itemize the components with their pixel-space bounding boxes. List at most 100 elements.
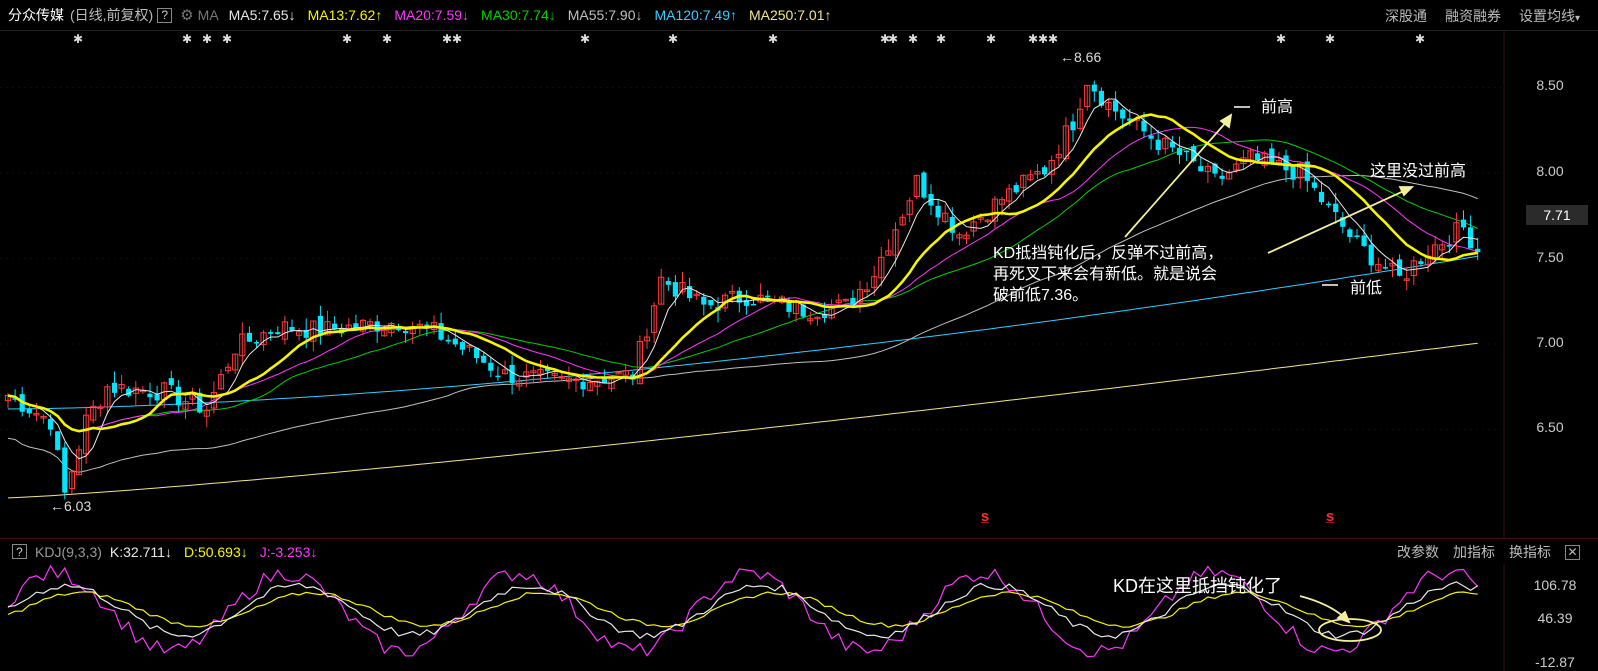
candle xyxy=(672,275,678,306)
candle xyxy=(572,376,580,392)
kdj-switch-indicator-button[interactable]: 换指标 xyxy=(1509,542,1551,562)
candle xyxy=(68,470,76,494)
candle xyxy=(856,280,864,313)
candle xyxy=(658,268,665,305)
kdj-k-value: K:32.711↓ xyxy=(109,543,172,560)
candle xyxy=(1013,182,1019,195)
link-shengutong[interactable]: 深股通 xyxy=(1385,6,1427,26)
event-star-icon: ✱ xyxy=(202,32,212,46)
candle xyxy=(1027,169,1034,182)
candle xyxy=(90,399,97,424)
price-label-850: 8.50 xyxy=(1536,77,1563,93)
candle xyxy=(317,305,323,345)
candle xyxy=(1070,113,1076,142)
kdj-change-params-button[interactable]: 改参数 xyxy=(1397,542,1439,562)
event-star-icon: ✱ xyxy=(382,32,392,46)
candle xyxy=(26,406,32,418)
candle xyxy=(353,314,359,329)
candles xyxy=(4,80,1481,500)
candle xyxy=(246,326,252,343)
candle xyxy=(1169,135,1175,153)
candle xyxy=(75,445,83,476)
candle xyxy=(814,316,821,326)
top-links: 深股通 融资融券 设置均线▾ xyxy=(1385,0,1580,31)
kdj-info-bar: ? KDJ(9,3,3) K:32.711↓ D:50.693↓ J:-3.25… xyxy=(0,538,1598,564)
candlestick-chart[interactable]: ✱ ✱ ✱ ✱ ✱ ✱ ✱ ✱ ✱ ✱ ✱ ✱✱ ✱ ✱ ✱ ✱ ✱ ✱ ✱ ✱ ✱ 8.50 8.00 7.50 7.… xyxy=(0,31,1598,538)
kdj-note-arrow xyxy=(1299,595,1351,624)
candle xyxy=(97,404,104,417)
ma-path xyxy=(7,255,1478,410)
candle xyxy=(232,353,239,375)
kdj-title[interactable]: KDJ(9,3,3) xyxy=(35,544,102,560)
link-set-ma[interactable]: 设置均线▾ xyxy=(1519,6,1580,26)
event-star-icon: ✱ xyxy=(73,32,83,46)
candle xyxy=(1105,98,1112,118)
candle xyxy=(615,371,622,375)
candle xyxy=(111,371,118,398)
candle xyxy=(55,431,61,451)
candle xyxy=(1410,256,1417,285)
candle xyxy=(651,302,658,343)
candle xyxy=(949,207,955,241)
candle xyxy=(268,329,274,341)
candle xyxy=(1155,129,1161,156)
candle xyxy=(1269,143,1275,165)
candle xyxy=(679,271,686,295)
kd-note-line-3: 破前低7.36。 xyxy=(993,286,1088,304)
candle xyxy=(743,290,749,315)
ma5-value: MA5:7.65↓ xyxy=(228,7,296,23)
candle xyxy=(1226,169,1233,180)
not-above-high-label: 这里没过前高 xyxy=(1370,162,1466,180)
ma250-value: MA250:7.01↑ xyxy=(748,7,832,23)
prev-low-label: 前低 xyxy=(1350,279,1382,297)
current-price-tag: 7.71 xyxy=(1526,205,1588,225)
close-icon[interactable]: ✕ xyxy=(1565,544,1580,560)
candle xyxy=(565,366,572,390)
candle xyxy=(1382,258,1388,270)
candle xyxy=(1468,215,1474,249)
candle xyxy=(332,316,338,331)
kdj-help-button[interactable]: ? xyxy=(12,544,27,559)
stock-name[interactable]: 分众传媒 xyxy=(8,5,64,25)
candle xyxy=(509,355,515,395)
candle xyxy=(62,442,68,500)
ma13-value: MA13:7.62↑ xyxy=(307,7,383,23)
candle xyxy=(132,381,139,405)
kd-note-line-1: KD抵挡钝化后，反弹不过前高， xyxy=(993,244,1223,262)
kdj-axis-top: 106.78 xyxy=(1534,577,1577,593)
candle xyxy=(906,197,913,223)
candle xyxy=(466,344,473,352)
ma120-line xyxy=(7,255,1478,410)
candle xyxy=(1077,98,1084,131)
ma-path xyxy=(7,113,1478,433)
candle xyxy=(963,231,970,244)
help-button[interactable]: ? xyxy=(157,7,173,23)
candle xyxy=(1113,91,1119,121)
candle xyxy=(793,300,800,322)
dropdown-caret-icon: ▾ xyxy=(1574,12,1580,24)
ma-label: MA xyxy=(197,7,219,23)
candle xyxy=(736,287,742,313)
candle xyxy=(168,370,174,390)
candle xyxy=(1403,267,1410,291)
event-star-icon: ✱ xyxy=(1415,32,1425,46)
candle xyxy=(835,293,842,306)
candle xyxy=(1042,165,1048,177)
candle xyxy=(608,376,615,392)
kd-note-line-2: 再死叉下来会有新低。就是说会 xyxy=(993,265,1217,283)
link-margin-trading[interactable]: 融资融券 xyxy=(1445,6,1501,26)
kdj-add-indicator-button[interactable]: 加指标 xyxy=(1453,542,1495,562)
candle xyxy=(899,214,906,226)
candle xyxy=(40,414,47,424)
kdj-chart[interactable]: 106.78 46.39 -12.87 KD在这里抵挡钝化了 xyxy=(0,564,1598,671)
candle xyxy=(409,321,416,345)
gear-icon[interactable]: ⚙ xyxy=(180,6,193,24)
candle xyxy=(921,170,927,199)
kdj-axis-bottom: -12.87 xyxy=(1535,654,1575,670)
kdj-links: 改参数 加指标 换指标 ✕ xyxy=(1397,539,1580,565)
event-star-icon: ✱ xyxy=(986,32,996,46)
candle xyxy=(665,277,671,291)
candle xyxy=(126,386,132,398)
candle xyxy=(1340,212,1346,234)
candle xyxy=(537,359,544,382)
